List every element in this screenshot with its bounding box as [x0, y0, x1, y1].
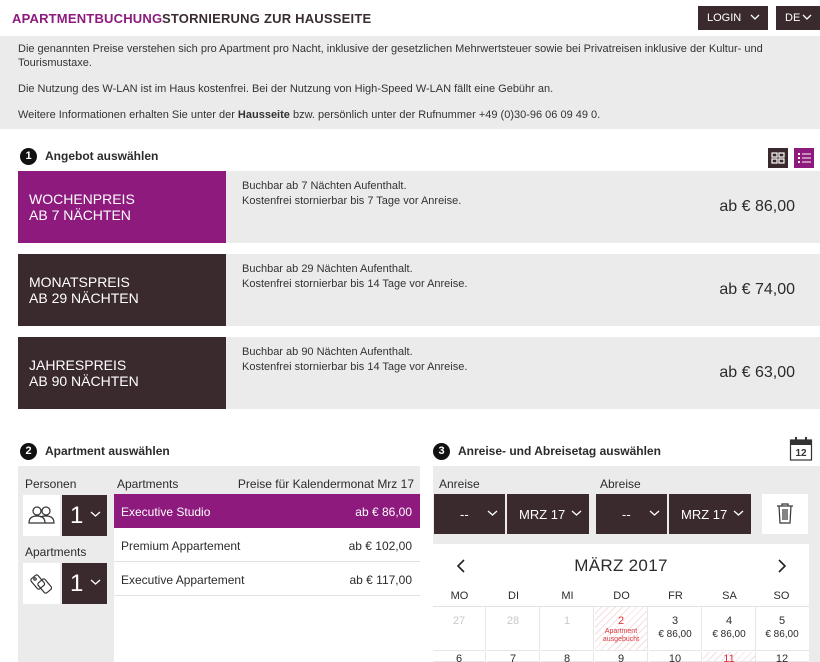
chevron-down-icon	[649, 510, 660, 516]
apartments-icon-box	[23, 563, 60, 604]
persons-value: 1	[70, 502, 84, 529]
offer-label: JAHRESPREIS AB 90 NÄCHTEN	[18, 337, 226, 409]
nav-apartmentbuchung[interactable]: APARTMENTBUCHUNG	[12, 11, 162, 26]
calendar-day-booked: 11	[703, 652, 756, 662]
weekday-mo: MO	[450, 590, 469, 602]
weekday-sa: SA	[722, 590, 737, 602]
calendar-button[interactable]: 12	[789, 436, 813, 462]
arrival-day-select[interactable]: --	[434, 494, 505, 534]
calendar-day-booked: 2 Apartment ausgebucht	[595, 607, 648, 651]
weekday-fr: FR	[668, 590, 683, 602]
language-select[interactable]: DE	[776, 6, 820, 30]
weekday-do: DO	[613, 590, 630, 602]
apartment-row-executive-studio[interactable]: Executive Studio ab € 86,00	[114, 494, 420, 528]
offer-price: ab € 86,00	[719, 198, 795, 215]
chevron-down-icon	[733, 510, 744, 516]
calendar-day[interactable]: 8	[541, 652, 594, 662]
offer-label: MONATSPREIS AB 29 NÄCHTEN	[18, 254, 226, 326]
offer-jahrespreis[interactable]: JAHRESPREIS AB 90 NÄCHTEN Buchbar ab 90 N…	[18, 337, 820, 409]
offer-price: ab € 74,00	[719, 281, 795, 298]
apartments-value: 1	[70, 570, 84, 597]
step1-heading: 1 Angebot auswählen	[20, 147, 158, 166]
calendar-day: 1	[541, 607, 594, 651]
calendar-day: 27	[433, 607, 486, 651]
chevron-right-icon[interactable]	[775, 557, 789, 575]
keys-icon	[30, 574, 53, 594]
grid-icon	[771, 152, 785, 164]
arrival-month-select[interactable]: MRZ 17	[507, 494, 589, 534]
trash-icon	[777, 503, 793, 524]
list-icon	[798, 153, 811, 163]
calendar-day: 28	[487, 607, 540, 651]
step2-heading: 2 Apartment auswählen	[20, 442, 170, 461]
hausseite-link[interactable]: Hausseite	[238, 109, 290, 121]
date-panel: Anreise Abreise -- MRZ 17 -- MRZ 17 MÄRZ…	[433, 466, 820, 662]
departure-label: Abreise	[600, 477, 641, 491]
apartment-row-executive-appartement[interactable]: Executive Appartement ab € 117,00	[114, 562, 420, 596]
booked-note: Apartment ausgebucht	[602, 628, 640, 643]
apartment-list: Executive Studio ab € 86,00 Premium Appar…	[114, 494, 420, 662]
chevron-down-icon	[90, 579, 101, 585]
offer-description: Buchbar ab 7 Nächten Aufenthalt. Kostenfr…	[242, 180, 462, 207]
apartment-panel: Personen 1 Apartments 1 Apartments Preis…	[18, 466, 420, 662]
weekday-so: SO	[773, 590, 790, 602]
info-contact: Weitere Informationen erhalten Sie unter…	[18, 109, 601, 121]
login-button[interactable]: LOGIN	[698, 6, 768, 30]
offer-description: Buchbar ab 90 Nächten Aufenthalt. Kostenf…	[242, 346, 468, 373]
persons-icon-box	[23, 495, 60, 536]
departure-day-select[interactable]: --	[596, 494, 667, 534]
offer-description: Buchbar ab 29 Nächten Aufenthalt. Kostenf…	[242, 263, 468, 290]
list-view-button[interactable]	[794, 148, 814, 168]
calendar-day[interactable]: 12	[755, 652, 809, 662]
apartments-label: Apartments	[25, 545, 87, 559]
persons-icon	[28, 506, 55, 524]
top-navigation: APARTMENTBUCHUNG STORNIERUNG ZUR HAUSSEI…	[0, 0, 820, 36]
calendar: MÄRZ 2017 MO DI MI DO FR SA SO 27 28 1 2…	[433, 544, 809, 662]
info-wlan: Die Nutzung des W-LAN ist im Haus kosten…	[18, 83, 554, 95]
chevron-down-icon	[571, 510, 582, 516]
calendar-day[interactable]: 4 € 86,00	[703, 607, 756, 651]
weekday-di: DI	[508, 590, 519, 602]
calendar-day[interactable]: 9	[595, 652, 648, 662]
apartment-row-premium-appartement[interactable]: Premium Appartement ab € 102,00	[114, 528, 420, 562]
step-number: 3	[433, 443, 450, 461]
offer-monatspreis[interactable]: MONATSPREIS AB 29 NÄCHTEN Buchbar ab 29 N…	[18, 254, 820, 326]
clear-dates-button[interactable]	[762, 494, 808, 534]
offer-wochenpreis[interactable]: WOCHENPREIS AB 7 NÄCHTEN Buchbar ab 7 Näc…	[18, 171, 820, 243]
info-panel: Die genannten Preise verstehen sich pro …	[0, 36, 820, 129]
weekday-mi: MI	[561, 590, 574, 602]
arrival-label: Anreise	[439, 477, 480, 491]
calendar-day[interactable]: 7	[487, 652, 540, 662]
nav-zur-hausseite[interactable]: ZUR HAUSSEITE	[264, 11, 371, 26]
persons-select[interactable]: 1	[62, 495, 107, 536]
departure-month-select[interactable]: MRZ 17	[669, 494, 751, 534]
calendar-icon-day: 12	[795, 448, 807, 459]
calendar-day[interactable]: 6	[433, 652, 486, 662]
chevron-down-icon	[90, 511, 101, 517]
nav-stornierung[interactable]: STORNIERUNG	[162, 11, 260, 26]
persons-label: Personen	[25, 477, 77, 491]
chevron-down-icon	[750, 14, 760, 20]
calendar-day[interactable]: 10	[649, 652, 702, 662]
calendar-day[interactable]: 5 € 86,00	[755, 607, 809, 651]
step3-heading: 3 Anreise- und Abreisetag auswählen	[433, 442, 661, 461]
language-label: DE	[785, 12, 801, 24]
price-header: Preise für Kalendermonat Mrz 17	[237, 477, 414, 491]
apartments-list-header: Apartments	[117, 477, 179, 491]
apartments-select[interactable]: 1	[62, 563, 107, 604]
offer-label: WOCHENPREIS AB 7 NÄCHTEN	[18, 171, 226, 243]
info-prices: Die genannten Preise verstehen sich pro …	[18, 43, 763, 69]
calendar-title: MÄRZ 2017	[574, 556, 668, 575]
step-number: 1	[20, 148, 37, 166]
chevron-down-icon	[487, 510, 498, 516]
grid-view-button[interactable]	[768, 148, 788, 168]
offer-price: ab € 63,00	[719, 364, 795, 381]
chevron-down-icon	[802, 14, 812, 20]
step-number: 2	[20, 443, 37, 461]
login-label: LOGIN	[707, 12, 742, 24]
calendar-day[interactable]: 3 € 86,00	[649, 607, 702, 651]
